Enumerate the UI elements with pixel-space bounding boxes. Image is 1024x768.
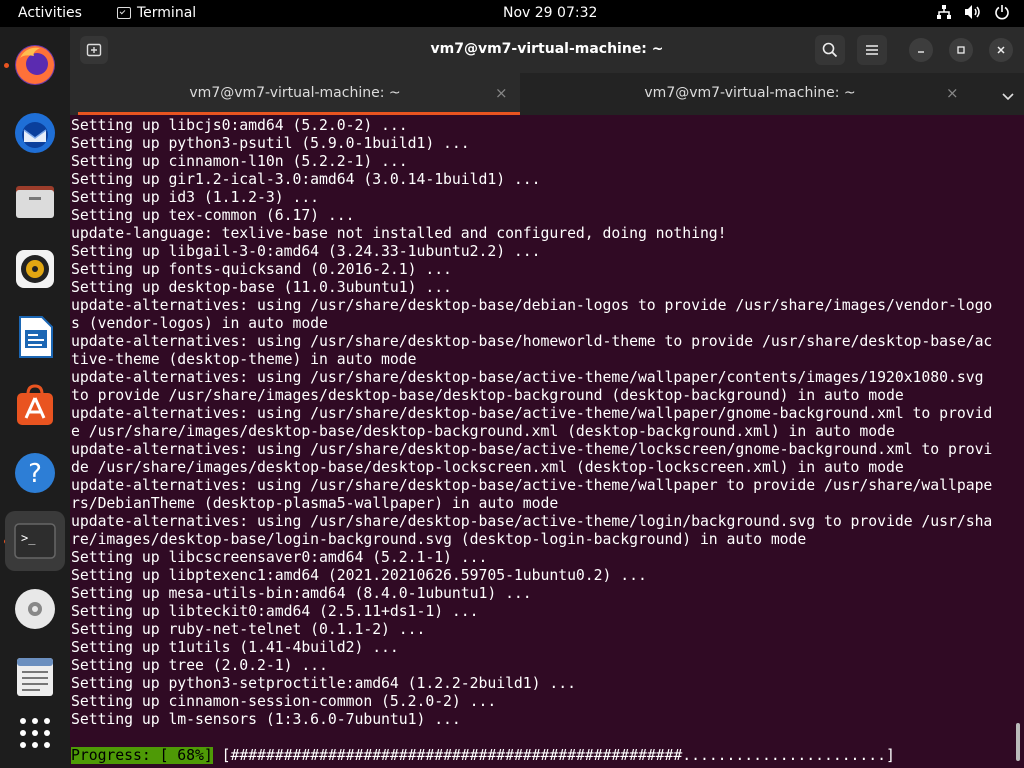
- terminal-line: Setting up desktop-base (11.0.3ubuntu1) …: [71, 279, 452, 296]
- terminal-line: Setting up t1utils (1.41-4build2) ...: [71, 639, 399, 656]
- terminal-line: re/images/desktop-base/login-background.…: [71, 531, 807, 548]
- tab-close-icon[interactable]: ×: [495, 84, 508, 102]
- app-menu[interactable]: Terminal: [117, 5, 196, 21]
- thunderbird-icon[interactable]: [5, 103, 65, 163]
- power-icon[interactable]: [994, 4, 1010, 20]
- svg-text:?: ?: [28, 459, 42, 489]
- terminal-line: Setting up mesa-utils-bin:amd64 (8.4.0-1…: [71, 585, 532, 602]
- terminal-line: Setting up tex-common (6.17) ...: [71, 207, 355, 224]
- volume-icon[interactable]: [964, 4, 982, 20]
- terminal-line: to provide /usr/share/images/desktop-bas…: [71, 387, 904, 404]
- terminal-line: Setting up ruby-net-telnet (0.1.1-2) ...: [71, 621, 426, 638]
- firefox-icon[interactable]: [5, 35, 65, 95]
- header-bar: vm7@vm7-virtual-machine: ~: [70, 27, 1024, 73]
- search-button[interactable]: [815, 35, 845, 65]
- terminal-line: e /usr/share/images/desktop-base/desktop…: [71, 423, 895, 440]
- terminal-line: update-alternatives: using /usr/share/de…: [71, 297, 993, 314]
- tab-label: vm7@vm7-virtual-machine: ~: [644, 85, 856, 101]
- maximize-button[interactable]: [949, 38, 973, 62]
- hamburger-icon: [866, 45, 878, 55]
- close-icon: [997, 46, 1005, 54]
- terminal-line: Setting up libcscreensaver0:amd64 (5.2.1…: [71, 549, 488, 566]
- terminal-line: Setting up lm-sensors (1:3.6.0-7ubuntu1)…: [71, 711, 461, 728]
- disc-icon[interactable]: [5, 579, 65, 639]
- tabs-menu-chevron-down-icon[interactable]: [1002, 87, 1014, 106]
- search-icon: [822, 42, 838, 58]
- tab-close-icon[interactable]: ×: [946, 84, 959, 102]
- terminal-line: Setting up libgail-3-0:amd64 (3.24.33-1u…: [71, 243, 541, 260]
- terminal-line: update-alternatives: using /usr/share/de…: [71, 333, 993, 350]
- terminal-line: Setting up python3-psutil (5.9.0-1build1…: [71, 135, 470, 152]
- text-editor-icon[interactable]: [5, 647, 65, 707]
- terminal-line: Setting up python3-setproctitle:amd64 (1…: [71, 675, 576, 692]
- terminal-output[interactable]: Setting up libcjs0:amd64 (5.2.0-2) ... S…: [70, 115, 1024, 768]
- terminal-line: Setting up libcjs0:amd64 (5.2.0-2) ...: [71, 117, 408, 134]
- close-button[interactable]: [989, 38, 1013, 62]
- activities-button[interactable]: Activities: [18, 5, 82, 21]
- terminal-line: Setting up cinnamon-l10n (5.2.2-1) ...: [71, 153, 408, 170]
- progress-label: Progress: [ 68%]: [71, 747, 213, 764]
- terminal-line: update-alternatives: using /usr/share/de…: [71, 477, 993, 494]
- tab-2[interactable]: vm7@vm7-virtual-machine: ~ ×: [520, 73, 980, 115]
- maximize-icon: [957, 46, 965, 54]
- terminal-line: Setting up fonts-quicksand (0.2016-2.1) …: [71, 261, 452, 278]
- show-applications-icon[interactable]: [5, 703, 65, 763]
- terminal-line: Setting up libteckit0:amd64 (2.5.11+ds1-…: [71, 603, 479, 620]
- clock[interactable]: Nov 29 07:32: [503, 5, 597, 21]
- terminal-icon[interactable]: >_: [5, 511, 65, 571]
- rhythmbox-icon[interactable]: [5, 239, 65, 299]
- ubuntu-software-icon[interactable]: [5, 375, 65, 435]
- terminal-line: Setting up id3 (1.1.2-3) ...: [71, 189, 320, 206]
- progress-bar: [#######################################…: [212, 747, 895, 764]
- terminal-line: Setting up tree (2.0.2-1) ...: [71, 657, 328, 674]
- terminal-line: Setting up libptexenc1:amd64 (2021.20210…: [71, 567, 647, 584]
- dock: ? >_: [0, 27, 70, 768]
- scrollbar[interactable]: [1016, 723, 1020, 761]
- files-icon[interactable]: [5, 171, 65, 231]
- top-bar: Activities Terminal Nov 29 07:32: [0, 0, 1024, 27]
- network-icon[interactable]: [936, 4, 952, 20]
- tab-bar: vm7@vm7-virtual-machine: ~ × vm7@vm7-vir…: [70, 73, 1024, 115]
- app-menu-label: Terminal: [137, 5, 197, 21]
- terminal-line: update-alternatives: using /usr/share/de…: [71, 513, 993, 530]
- terminal-line: update-alternatives: using /usr/share/de…: [71, 369, 984, 386]
- terminal-line: Setting up gir1.2-ical-3.0:amd64 (3.0.14…: [71, 171, 541, 188]
- help-icon[interactable]: ?: [5, 443, 65, 503]
- terminal-line: Setting up cinnamon-session-common (5.2.…: [71, 693, 497, 710]
- terminal-line: rs/DebianTheme (desktop-plasma5-wallpape…: [71, 495, 559, 512]
- minimize-icon: [918, 51, 924, 53]
- terminal-line: update-alternatives: using /usr/share/de…: [71, 405, 993, 422]
- terminal-line: s (vendor-logos) in auto mode: [71, 315, 328, 332]
- libreoffice-writer-icon[interactable]: [5, 307, 65, 367]
- tab-label: vm7@vm7-virtual-machine: ~: [189, 85, 401, 101]
- terminal-window: vm7@vm7-virtual-machine: ~ vm7@vm7-virtu…: [70, 27, 1024, 768]
- terminal-line: update-alternatives: using /usr/share/de…: [71, 441, 993, 458]
- svg-text:>_: >_: [21, 531, 36, 545]
- progress-line: Progress: [ 68%] [######################…: [71, 747, 895, 765]
- terminal-app-icon: [117, 7, 131, 19]
- tab-1[interactable]: vm7@vm7-virtual-machine: ~ ×: [70, 73, 520, 115]
- minimize-button[interactable]: [909, 38, 933, 62]
- terminal-line: de /usr/share/images/desktop-base/deskto…: [71, 459, 904, 476]
- terminal-line: tive-theme (desktop-theme) in auto mode: [71, 351, 417, 368]
- menu-button[interactable]: [857, 35, 887, 65]
- system-tray[interactable]: [936, 4, 1010, 20]
- terminal-line: update-language: texlive-base not instal…: [71, 225, 727, 242]
